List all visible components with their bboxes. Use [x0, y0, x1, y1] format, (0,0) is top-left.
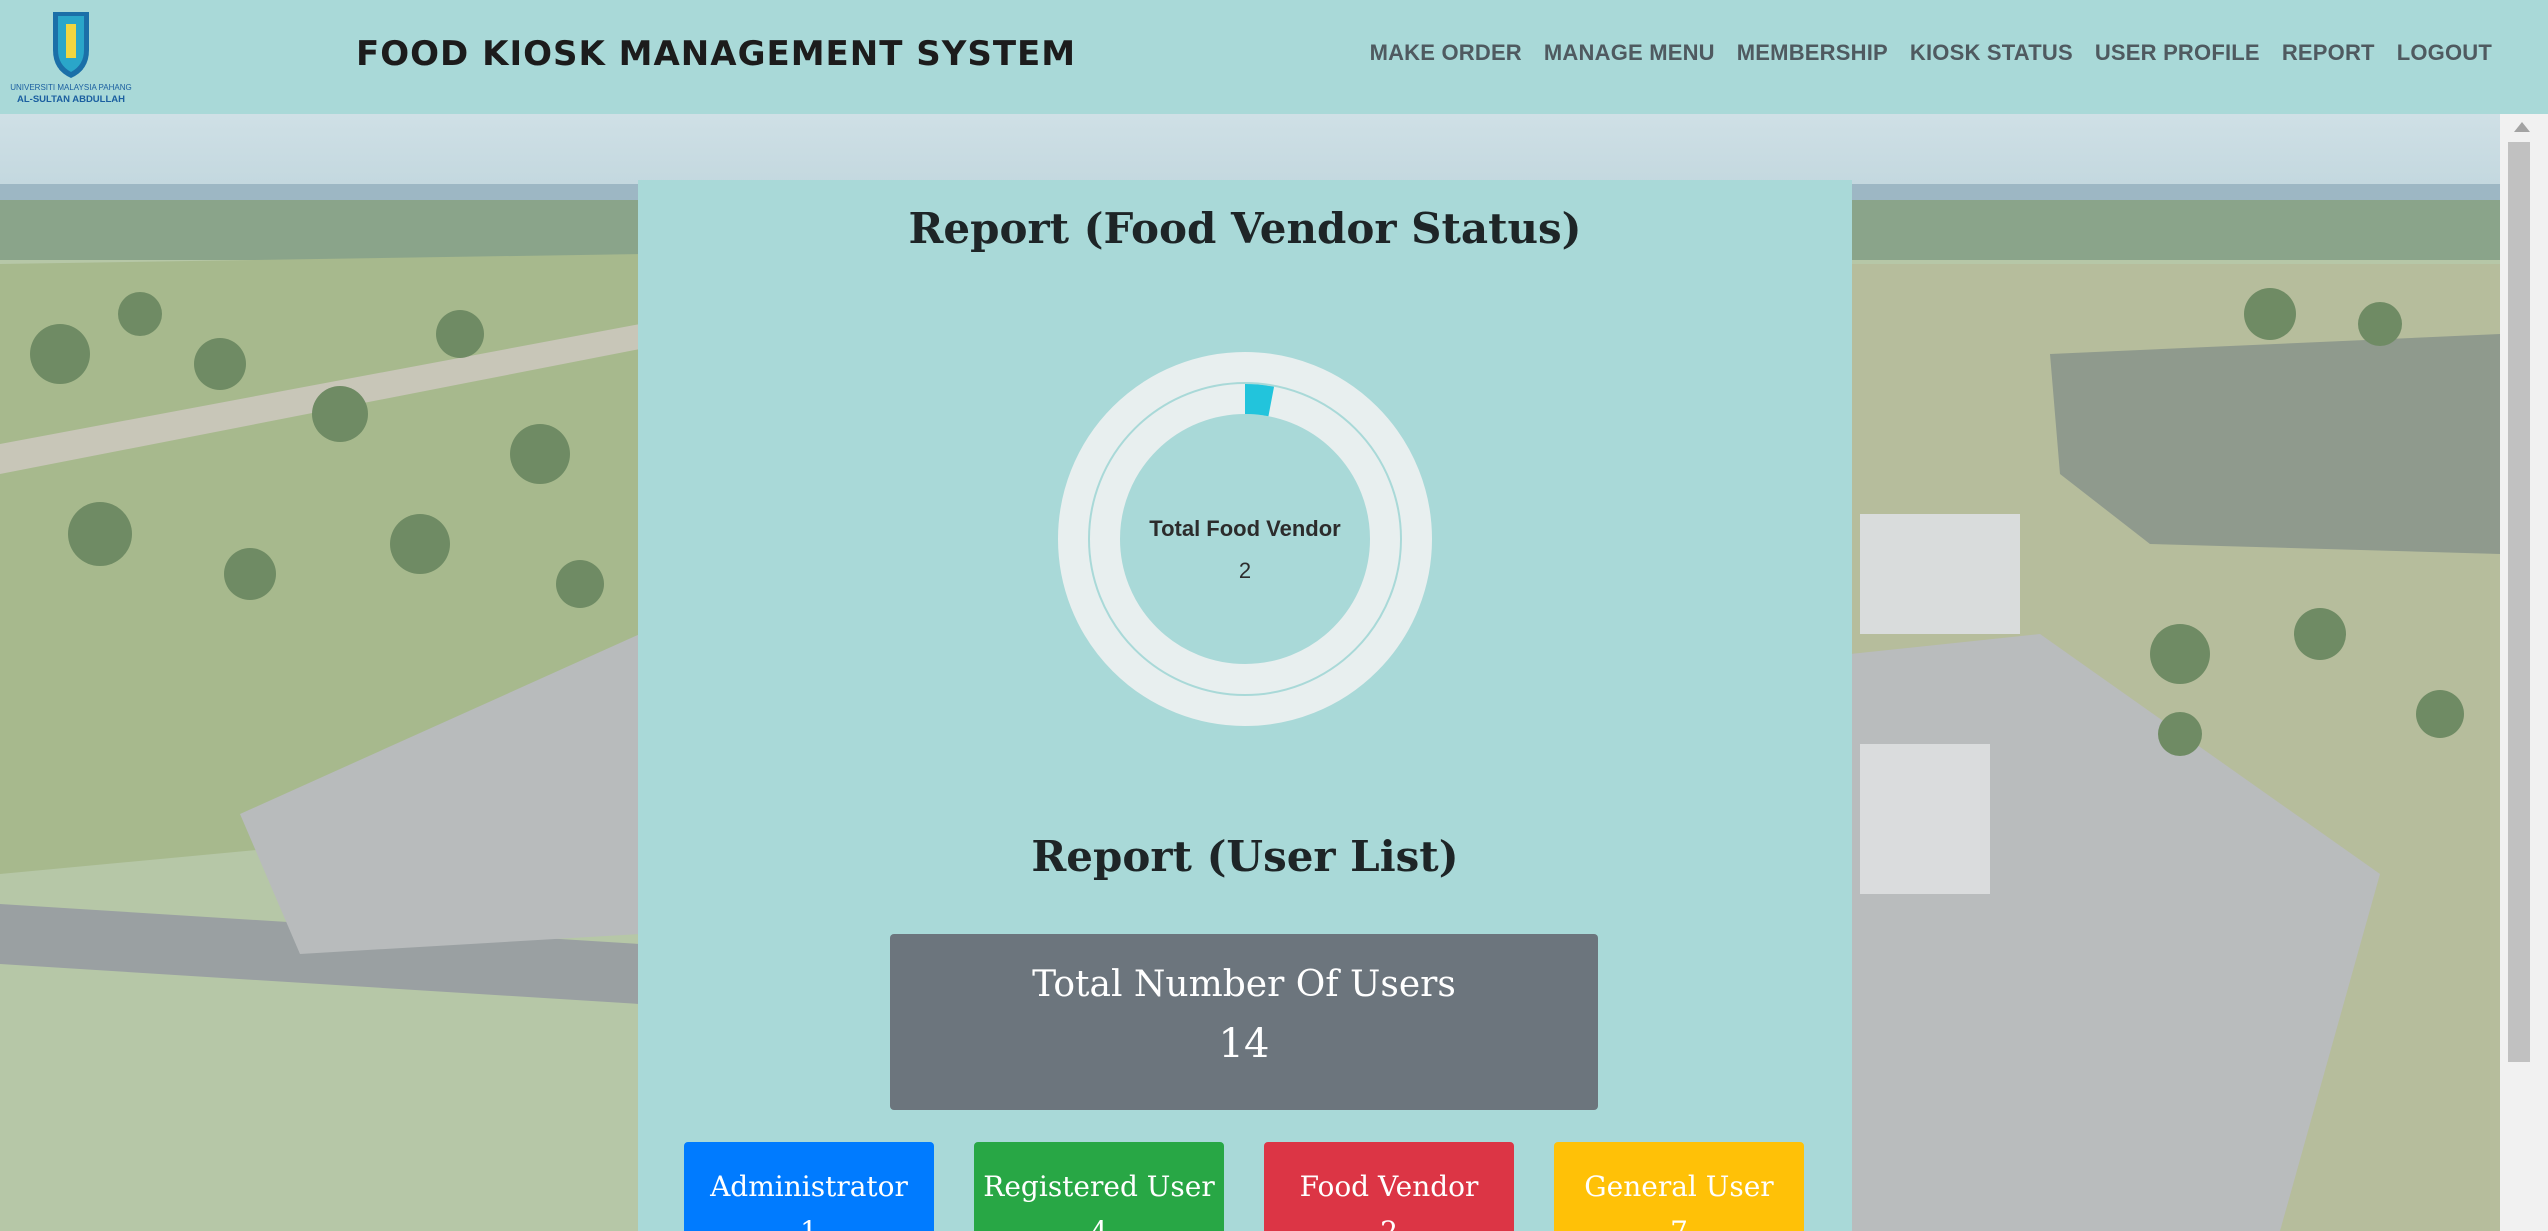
registered-user-card: Registered User 4	[974, 1142, 1224, 1231]
user-report-title: Report (User List)	[1031, 832, 1459, 881]
vendor-report-title: Report (Food Vendor Status)	[908, 204, 1582, 253]
card-label: Registered User	[983, 1170, 1215, 1203]
card-label: General User	[1584, 1170, 1774, 1203]
logo-text-line1: UNIVERSITI MALAYSIA PAHANG	[10, 83, 132, 92]
donut-center-label: Total Food Vendor	[1149, 516, 1341, 541]
card-value: 4	[974, 1215, 1224, 1231]
nav-make-order[interactable]: MAKE ORDER	[1370, 40, 1522, 66]
nav-logout[interactable]: LOGOUT	[2397, 40, 2492, 66]
food-vendor-card: Food Vendor 2	[1264, 1142, 1514, 1231]
donut-center-value: 2	[1238, 558, 1252, 583]
card-value: 1	[684, 1215, 934, 1231]
nav-manage-menu[interactable]: MANAGE MENU	[1544, 40, 1715, 66]
scroll-up-arrow-icon[interactable]	[2514, 122, 2530, 132]
scrollbar-thumb[interactable]	[2508, 142, 2530, 1062]
vendor-status-donut-chart[interactable]: Total Food Vendor 2	[1058, 352, 1432, 726]
nav-membership[interactable]: MEMBERSHIP	[1737, 40, 1888, 66]
total-users-value: 14	[1218, 1021, 1270, 1067]
main-nav: MAKE ORDER MANAGE MENU MEMBERSHIP KIOSK …	[1370, 40, 2492, 66]
general-user-card: General User 7	[1554, 1142, 1804, 1231]
administrator-card: Administrator 1	[684, 1142, 934, 1231]
nav-report[interactable]: REPORT	[2282, 40, 2375, 66]
logo-text-line2: AL-SULTAN ABDULLAH	[17, 94, 125, 105]
top-navbar: UNIVERSITI MALAYSIA PAHANG AL-SULTAN ABD…	[0, 0, 2548, 114]
card-value: 7	[1554, 1215, 1804, 1231]
total-users-card: Total Number Of Users 14	[890, 934, 1598, 1110]
card-label: Food Vendor	[1299, 1170, 1479, 1203]
university-logo[interactable]: UNIVERSITI MALAYSIA PAHANG AL-SULTAN ABD…	[8, 10, 134, 106]
page-scrollbar[interactable]	[2500, 114, 2548, 1231]
nav-user-profile[interactable]: USER PROFILE	[2095, 40, 2260, 66]
total-users-label: Total Number Of Users	[1032, 964, 1456, 1005]
report-panel: Report (Food Vendor Status) Total Food V…	[638, 180, 1852, 1231]
card-label: Administrator	[710, 1170, 908, 1203]
card-value: 2	[1264, 1215, 1514, 1231]
user-type-cards: Administrator 1 Registered User 4 Food V…	[684, 1142, 1808, 1231]
nav-kiosk-status[interactable]: KIOSK STATUS	[1910, 40, 2073, 66]
system-title: FOOD KIOSK MANAGEMENT SYSTEM	[356, 34, 1077, 74]
